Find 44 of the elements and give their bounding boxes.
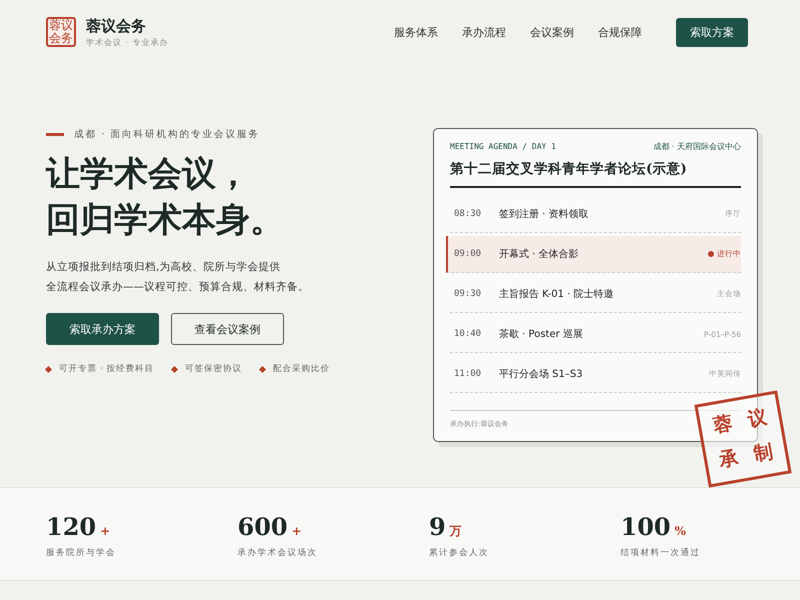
nav-link[interactable]: 会议案例 [530,24,574,40]
nav-link[interactable]: 承办流程 [462,24,506,40]
nav-link[interactable]: 服务体系 [394,24,438,40]
agenda-time: 11:00 [454,369,482,379]
feature-text: 可签保密协议 [185,363,242,375]
agenda-time: 09:00 [454,249,482,259]
feature-text: 配合采购比价 [273,363,330,375]
view-cases-button[interactable]: 查看会议案例 [171,313,284,345]
stat-number: 600 [238,512,288,541]
brand-tagline: 学术会议 · 专业承办 [86,36,169,48]
hero-headline: 让学术会议， 回归学术本身。 [46,153,285,242]
agenda-event: 平行分会场 S1–S3 [499,368,584,381]
agenda-event: 签到注册 · 资料领取 [499,208,590,221]
accent-rule [46,133,64,136]
stat-unit: % [674,524,686,538]
logo-seal: 蓉议会务 [46,17,76,47]
hero-description: 从立项报批到结项归档,为高校、院所与学会提供 全流程会议承办——议程可控、预算合规、材料齐备。 [46,260,310,295]
agenda-venue: 成都 · 天府国际会议中心 [653,141,741,152]
stat-label: 承办学术会议场次 [238,547,318,559]
agenda-time: 10:40 [454,329,482,339]
live-dot-icon [708,251,714,257]
stat-unit: 万 [450,523,462,540]
agenda-label: MEETING AGENDA / DAY 1 [450,142,556,151]
stat-label: 累计参会人次 [429,547,490,559]
stat-label: 服务院所与学会 [46,547,117,559]
request-plan-button[interactable]: 索取方案 [676,18,748,46]
feature-text: 可开专票 · 按经费科目 [59,363,154,375]
request-plan-button[interactable]: 索取承办方案 [46,313,159,345]
agenda-event: 主旨报告 K-01 · 院士特邀 [499,288,615,301]
stat-unit: + [100,524,110,538]
stat-number: 120 [46,512,96,541]
brand-name: 蓉议会务 [86,16,147,36]
seal-stamp: 蓉 议 承 制 [694,390,792,488]
hero-eyebrow: 成都 · 面向科研机构的专业会议服务 [74,128,260,141]
agenda-event: 开幕式 · 全体合影 [499,248,580,261]
stat-label: 结项材料一次通过 [620,547,702,559]
agenda-event: 茶歇 · Poster 巡展 [499,328,584,341]
stat-number: 9 [429,512,446,541]
stat-unit: + [292,524,302,538]
agenda-time: 08:30 [454,209,482,219]
stat-number: 100 [620,512,671,541]
agenda-title: 第十二届交叉学科青年学者论坛(示意) [450,160,741,188]
nav-link[interactable]: 合规保障 [598,24,642,40]
agenda-time: 09:30 [454,289,482,299]
